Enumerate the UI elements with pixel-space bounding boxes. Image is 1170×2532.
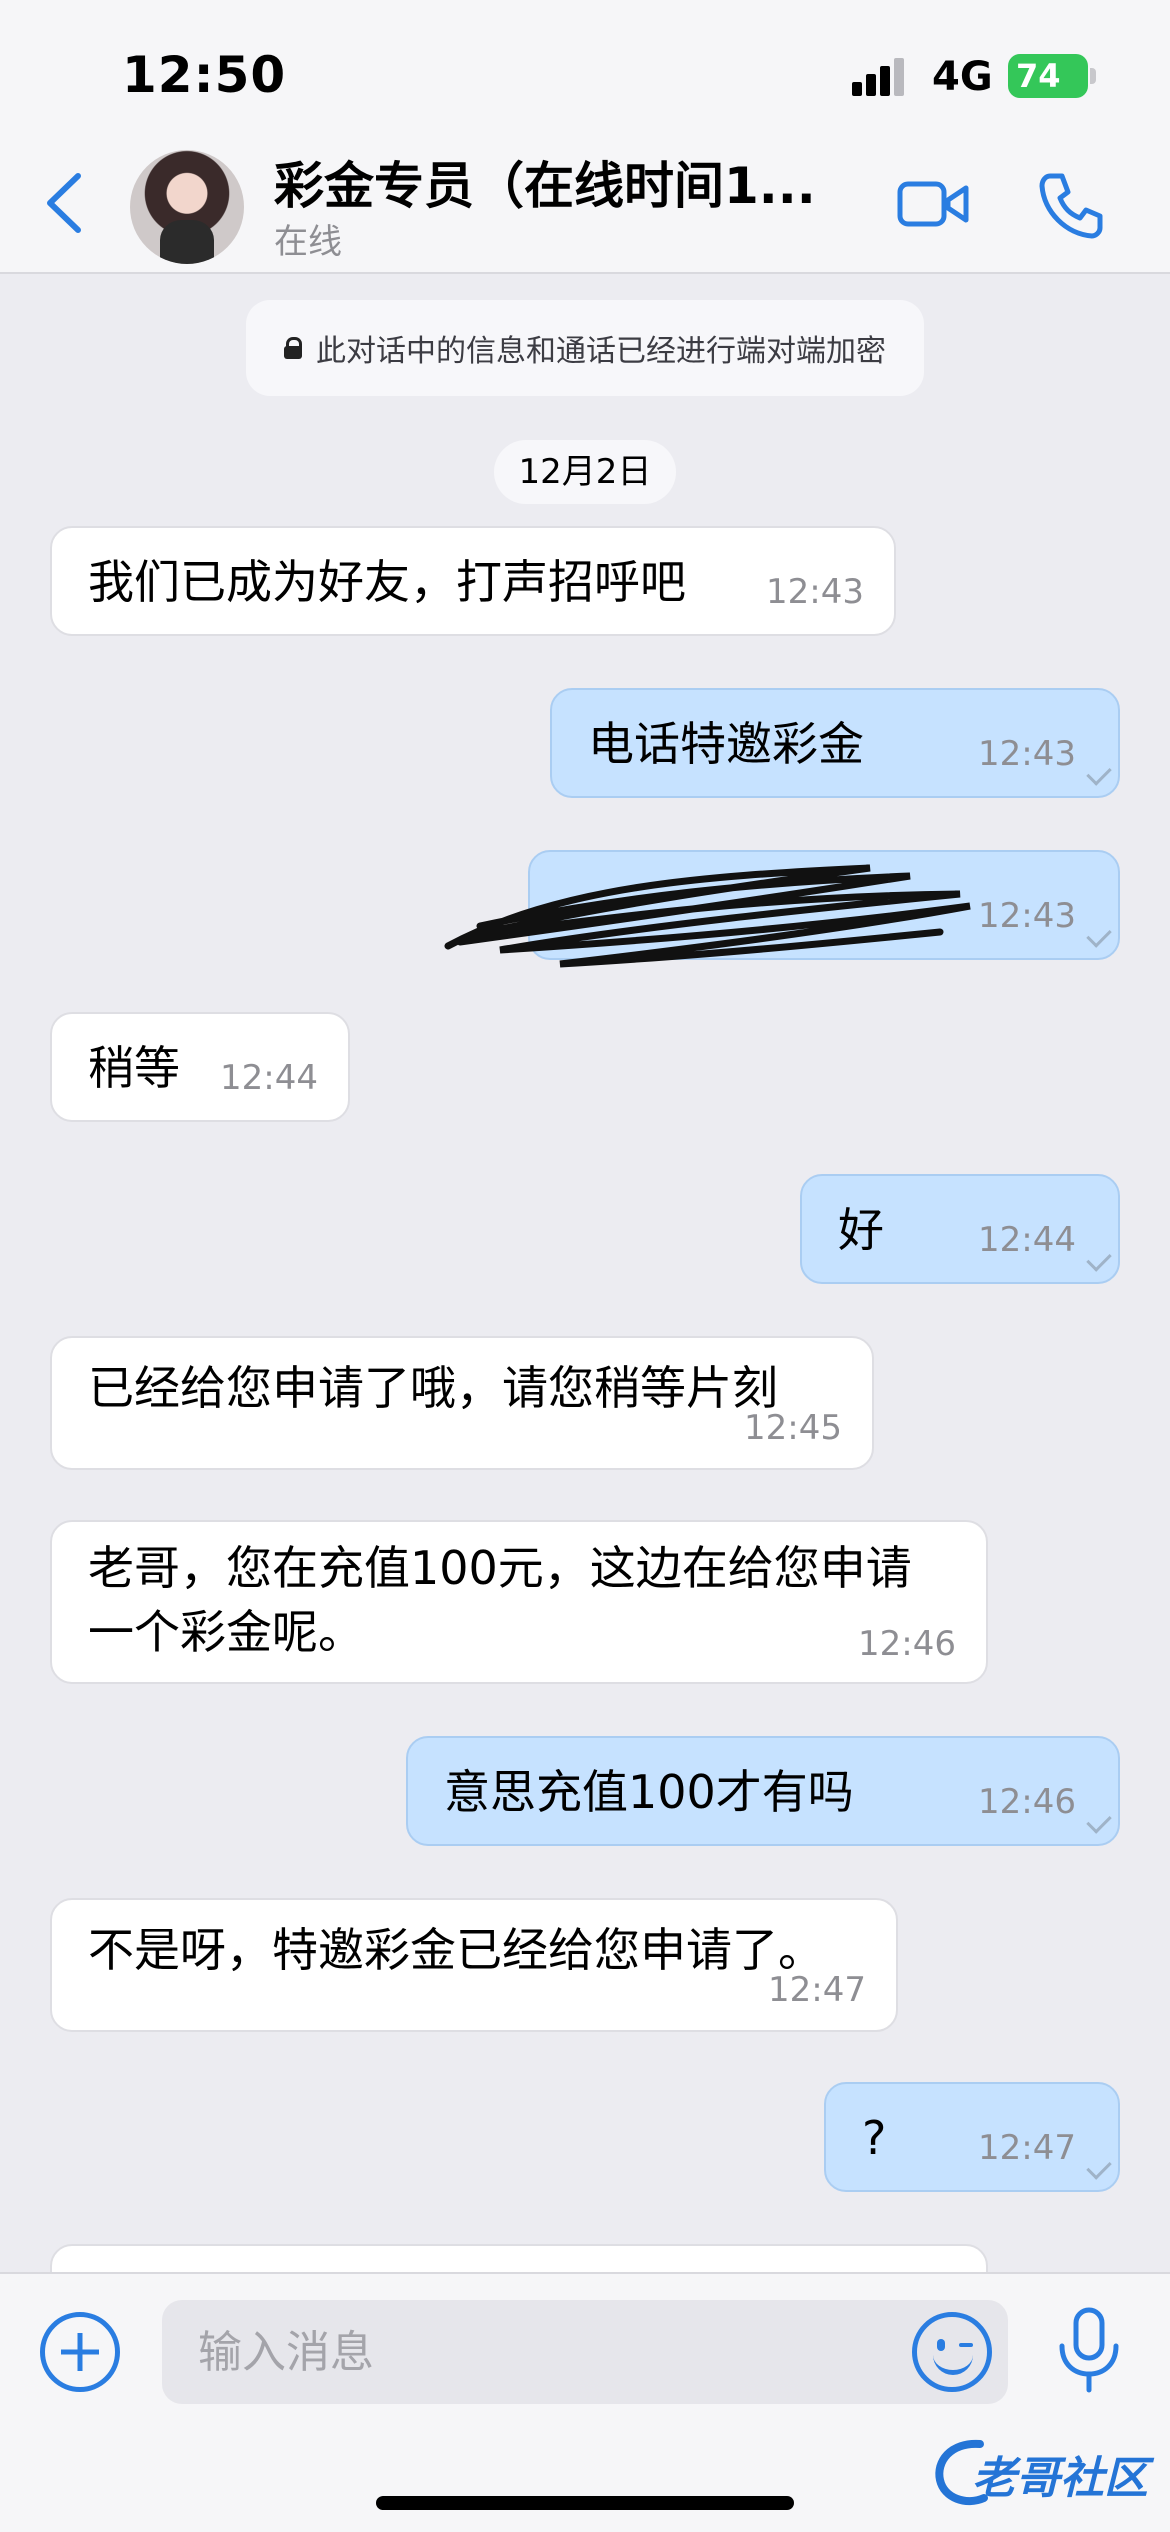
outgoing-message[interactable]: ? 12:47 xyxy=(824,2082,1120,2192)
battery-level: 74 xyxy=(1016,57,1061,95)
battery-nub xyxy=(1090,68,1096,84)
sent-check-icon xyxy=(1086,922,1112,948)
emoji-icon[interactable] xyxy=(912,2312,992,2392)
message-time-text: 12:47 xyxy=(978,2128,1076,2168)
sent-check-icon xyxy=(1086,1808,1112,1834)
avatar[interactable] xyxy=(130,150,244,264)
online-status: 在线 xyxy=(274,222,342,262)
watermark-text: 老哥社区 xyxy=(972,2453,1148,2504)
phone-icon[interactable] xyxy=(1036,170,1106,240)
sent-check-icon xyxy=(1086,1246,1112,1272)
emoji-eye xyxy=(937,2339,945,2351)
message-time-text: 12:43 xyxy=(978,734,1076,774)
network-type: 4G xyxy=(932,54,993,100)
watermark-logo: 老哥社区 xyxy=(930,2432,1160,2522)
message-time: 12:43 xyxy=(766,572,864,612)
outgoing-message[interactable]: 意思充值100才有吗 12:46 xyxy=(406,1736,1120,1846)
encryption-notice-text: 此对话中的信息和通话已经进行端对端加密 xyxy=(316,334,886,369)
battery-icon: 74 xyxy=(1008,54,1088,98)
message-time: 12:46 xyxy=(858,1624,956,1664)
home-indicator xyxy=(376,2496,794,2510)
input-bar: 老哥社区 xyxy=(0,2272,1170,2532)
emoji-wink xyxy=(959,2343,973,2347)
back-chevron-icon[interactable] xyxy=(40,168,90,238)
message-time: 12:47 xyxy=(768,1970,866,2010)
message-text: 电话特邀彩金 xyxy=(588,717,864,771)
message-text: ? xyxy=(862,2111,887,2165)
encryption-notice: 此对话中的信息和通话已经进行端对端加密 xyxy=(246,300,924,396)
message-time: 12:47 xyxy=(978,2116,1112,2180)
video-call-icon[interactable] xyxy=(896,176,970,232)
message-time-text: 12:46 xyxy=(978,1782,1076,1822)
message-time-text: 12:43 xyxy=(978,896,1076,936)
message-text: 不是呀，特邀彩金已经给您申请了。 xyxy=(88,1923,824,1977)
signal-icon xyxy=(852,56,912,96)
top-bar: 12:50 4G 74 彩金专员（在线时间1... 在线 xyxy=(0,0,1170,274)
message-time: 12:44 xyxy=(978,1208,1112,1272)
chat-title[interactable]: 彩金专员（在线时间1... xyxy=(274,146,816,218)
message-time: 12:44 xyxy=(220,1058,318,1098)
message-text: 已经给您申请了哦，请您稍等片刻 xyxy=(88,1361,778,1415)
message-time: 12:45 xyxy=(744,1408,842,1448)
add-attachment-icon[interactable] xyxy=(40,2312,120,2392)
message-time: 12:43 xyxy=(978,884,1112,948)
status-time: 12:50 xyxy=(122,46,287,104)
message-time: 12:43 xyxy=(978,722,1112,786)
outgoing-message[interactable]: 电话特邀彩金 12:43 xyxy=(550,688,1120,798)
incoming-message[interactable]: 我们已成为好友，打声招呼吧 12:43 xyxy=(50,526,896,636)
message-input[interactable] xyxy=(162,2300,1008,2404)
date-divider: 12月2日 xyxy=(494,440,676,504)
sent-check-icon xyxy=(1086,2154,1112,2180)
message-text: 好 xyxy=(838,1203,884,1257)
lock-icon xyxy=(284,337,302,359)
outgoing-message[interactable]: 12:43 xyxy=(528,850,1120,960)
incoming-message[interactable]: 老哥，您在充值100元，这边在给您申请一个彩金呢。 12:46 xyxy=(50,1520,988,1684)
message-text: 意思充值100才有吗 xyxy=(444,1765,854,1819)
outgoing-message[interactable]: 好 12:44 xyxy=(800,1174,1120,1284)
message-time: 12:46 xyxy=(978,1770,1112,1834)
incoming-message[interactable]: 稍等 12:44 xyxy=(50,1012,350,1122)
message-time-text: 12:44 xyxy=(978,1220,1076,1260)
message-text: 稍等 xyxy=(88,1041,180,1095)
message-text: 我们已成为好友，打声招呼吧 xyxy=(88,555,686,609)
sent-check-icon xyxy=(1086,760,1112,786)
incoming-message[interactable]: 已经给您申请了哦，请您稍等片刻 12:45 xyxy=(50,1336,874,1470)
message-text: 老哥，您在充值100元，这边在给您申请一个彩金呢。 xyxy=(88,1541,912,1659)
microphone-icon[interactable] xyxy=(1054,2306,1124,2396)
emoji-mouth xyxy=(933,2355,973,2375)
incoming-message[interactable]: 不是呀，特邀彩金已经给您申请了。 12:47 xyxy=(50,1898,898,2032)
